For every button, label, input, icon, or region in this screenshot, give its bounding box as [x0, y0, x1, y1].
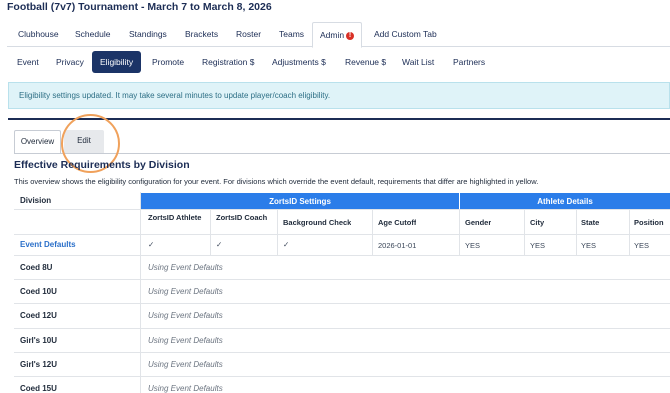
group-header-zortsid: ZortsID Settings	[141, 193, 459, 210]
column-header: City	[530, 218, 545, 227]
column-divider	[210, 209, 211, 255]
row-divider	[14, 234, 670, 235]
division-name: Girl's 12U	[20, 360, 58, 369]
division-column-header: Division	[20, 196, 52, 205]
tab-admin[interactable]: Admin!	[312, 22, 363, 48]
using-defaults-text: Using Event Defaults	[148, 263, 223, 272]
position-value: YES	[634, 241, 650, 250]
column-divider	[140, 192, 141, 393]
tab-label: Admin	[320, 30, 345, 40]
tab-roster[interactable]: Roster	[232, 22, 265, 47]
admin-tab-eligibility[interactable]: Eligibility	[92, 51, 142, 73]
column-header: Position	[634, 218, 664, 227]
admin-tab-revenue[interactable]: Revenue $	[341, 51, 390, 73]
tab-label: Add Custom Tab	[374, 29, 437, 39]
row-divider	[14, 328, 670, 329]
tab-schedule[interactable]: Schedule	[71, 22, 114, 47]
event-defaults-link[interactable]: Event Defaults	[20, 240, 76, 249]
admin-tab-label: Partners	[453, 57, 486, 67]
column-header: Background Check	[283, 218, 352, 227]
using-defaults-text: Using Event Defaults	[148, 384, 223, 393]
age-cutoff-value: 2026-01-01	[378, 241, 417, 250]
page-title: Football (7v7) Tournament - March 7 to M…	[7, 1, 272, 13]
tab-label: Edit	[77, 136, 91, 145]
admin-tab-adjustments[interactable]: Adjustments $	[268, 51, 330, 73]
admin-tab-wait-list[interactable]: Wait List	[398, 51, 438, 73]
admin-tab-label: Privacy	[56, 57, 84, 67]
gender-value: YES	[465, 241, 481, 250]
row-divider	[14, 255, 670, 256]
column-header: Age Cutoff	[378, 218, 417, 227]
state-value: YES	[581, 241, 597, 250]
admin-tab-label: Eligibility	[100, 57, 134, 67]
admin-tab-label: Promote	[152, 57, 185, 67]
column-header: State	[581, 218, 600, 227]
column-header: ZortsID Athlete	[148, 213, 202, 222]
admin-tab-registration[interactable]: Registration $	[198, 51, 258, 73]
admin-tab-event[interactable]: Event	[13, 51, 43, 73]
tab-add-custom[interactable]: Add Custom Tab	[370, 22, 441, 47]
tab-teams[interactable]: Teams	[275, 22, 308, 47]
column-header: ZortsID Coach	[216, 213, 268, 222]
using-defaults-text: Using Event Defaults	[148, 360, 223, 369]
tab-label: Clubhouse	[18, 29, 59, 39]
row-divider	[14, 209, 670, 210]
tab-label: Schedule	[75, 29, 111, 39]
tab-label: Roster	[236, 29, 262, 39]
section-divider	[8, 118, 670, 120]
admin-tab-label: Registration $	[202, 57, 255, 67]
main-tab-bar: Clubhouse Schedule Standings Brackets Ro…	[7, 22, 670, 48]
city-value: YES	[530, 241, 546, 250]
tab-overview[interactable]: Overview	[14, 130, 61, 154]
tab-label: Overview	[20, 137, 55, 146]
column-divider	[459, 209, 460, 255]
tab-standings[interactable]: Standings	[125, 22, 171, 47]
tab-edit[interactable]: Edit	[64, 130, 104, 154]
admin-tab-bar: Event Privacy Eligibility Promote Regist…	[7, 51, 670, 74]
check-icon: ✓	[216, 240, 223, 249]
row-divider	[14, 376, 670, 377]
section-title: Effective Requirements by Division	[14, 159, 190, 171]
division-name: Girl's 10U	[20, 336, 58, 345]
row-divider	[14, 279, 670, 280]
column-divider	[524, 209, 525, 255]
row-divider	[14, 303, 670, 304]
column-header: Gender	[465, 218, 492, 227]
column-divider	[372, 209, 373, 255]
admin-tab-label: Wait List	[402, 57, 435, 67]
using-defaults-text: Using Event Defaults	[148, 311, 223, 320]
division-name: Coed 15U	[20, 384, 57, 393]
tab-brackets[interactable]: Brackets	[181, 22, 222, 47]
division-name: Coed 10U	[20, 287, 57, 296]
eligibility-table: Division ZortsID Settings Athlete Detail…	[14, 192, 670, 393]
tab-label: Standings	[129, 29, 167, 39]
tab-underline	[14, 153, 670, 154]
row-divider	[14, 352, 670, 353]
alert-badge-icon: !	[346, 32, 355, 40]
admin-tab-partners[interactable]: Partners	[449, 51, 489, 73]
column-divider	[277, 209, 278, 255]
division-name: Coed 12U	[20, 311, 57, 320]
admin-tab-label: Revenue $	[345, 57, 387, 67]
column-divider	[629, 209, 630, 255]
success-alert: Eligibility settings updated. It may tak…	[8, 82, 670, 109]
group-header-athlete: Athlete Details	[460, 193, 670, 210]
tab-label: Brackets	[185, 29, 219, 39]
using-defaults-text: Using Event Defaults	[148, 287, 223, 296]
check-icon: ✓	[148, 240, 155, 249]
admin-tab-promote[interactable]: Promote	[148, 51, 188, 73]
admin-tab-label: Event	[17, 57, 39, 67]
division-name: Coed 8U	[20, 263, 53, 272]
using-defaults-text: Using Event Defaults	[148, 336, 223, 345]
check-icon: ✓	[283, 240, 290, 249]
section-description: This overview shows the eligibility conf…	[14, 177, 539, 186]
admin-tab-privacy[interactable]: Privacy	[52, 51, 88, 73]
admin-tab-label: Adjustments $	[272, 57, 326, 67]
tab-label: Teams	[279, 29, 305, 39]
column-divider	[576, 209, 577, 255]
tab-clubhouse[interactable]: Clubhouse	[14, 22, 63, 47]
